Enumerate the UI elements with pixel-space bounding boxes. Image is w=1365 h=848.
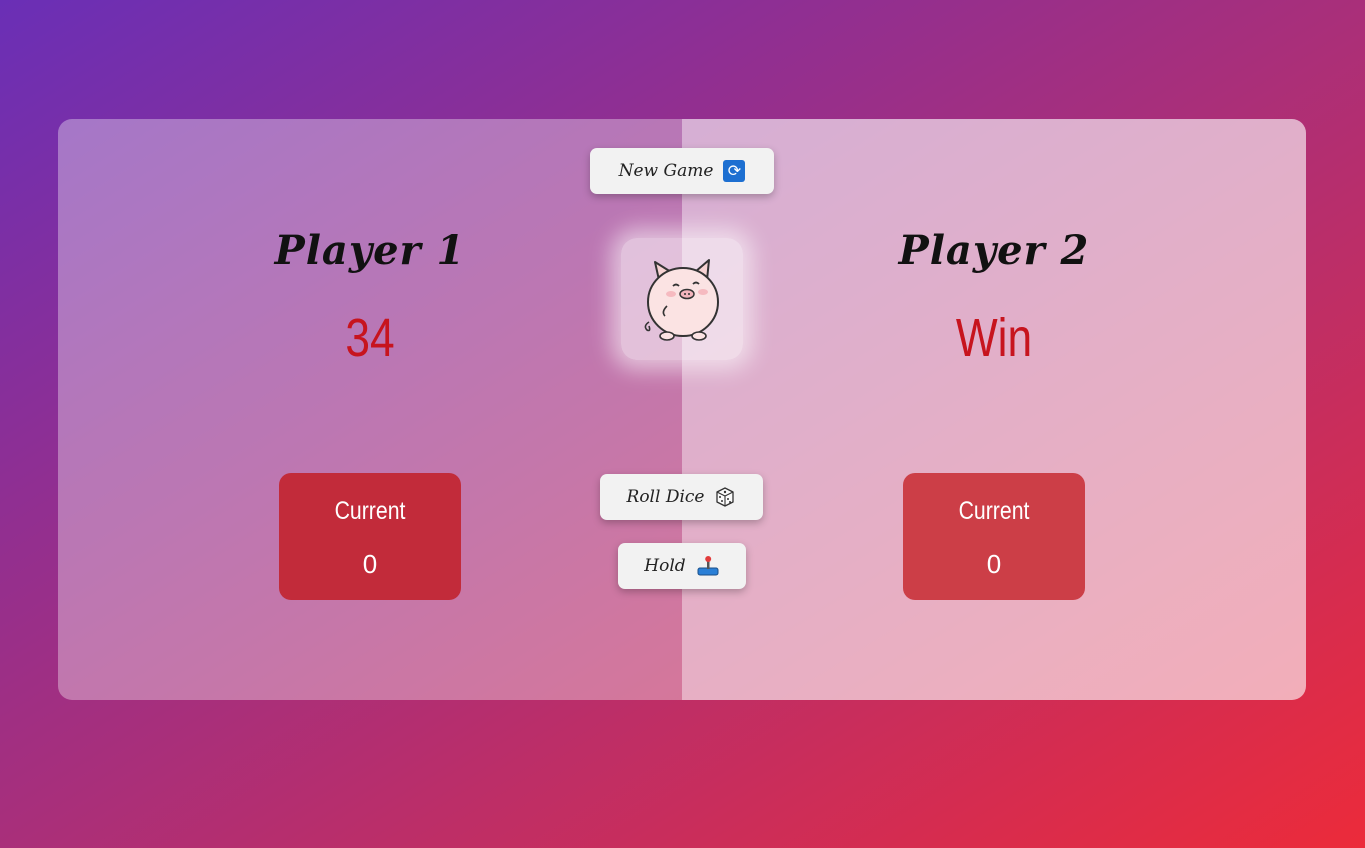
new-game-button[interactable]: New Game ⟳ [590,148,774,194]
game-board: Player 1 34 Current 0 Player 2 Win Curre… [58,119,1306,700]
roll-dice-label: Roll Dice [626,487,705,507]
pig-icon [644,259,719,341]
player-2-score: Win [955,308,1033,368]
player-1-score: 34 [345,308,395,368]
hold-label: Hold [644,556,686,576]
player-1-current-box: Current 0 [279,473,461,600]
player-1-current-label: Current [334,497,406,525]
refresh-icon: ⟳ [723,160,746,182]
joystick-icon [697,556,719,576]
player-1-current-score: 0 [362,549,378,579]
dice-face [621,238,743,360]
player-2-current-label: Current [958,497,1030,525]
player-2-current-score: 0 [986,549,1002,579]
dice-icon [716,487,735,507]
new-game-label: New Game [618,161,714,181]
player-2-current-box: Current 0 [903,473,1085,600]
player-2-name: Player 2 [898,227,1090,274]
player-1-name: Player 1 [274,227,466,274]
player-1-panel: Player 1 34 Current 0 [58,119,682,700]
player-2-panel: Player 2 Win Current 0 [682,119,1306,700]
hold-button[interactable]: Hold [618,543,746,589]
roll-dice-button[interactable]: Roll Dice [600,474,763,520]
